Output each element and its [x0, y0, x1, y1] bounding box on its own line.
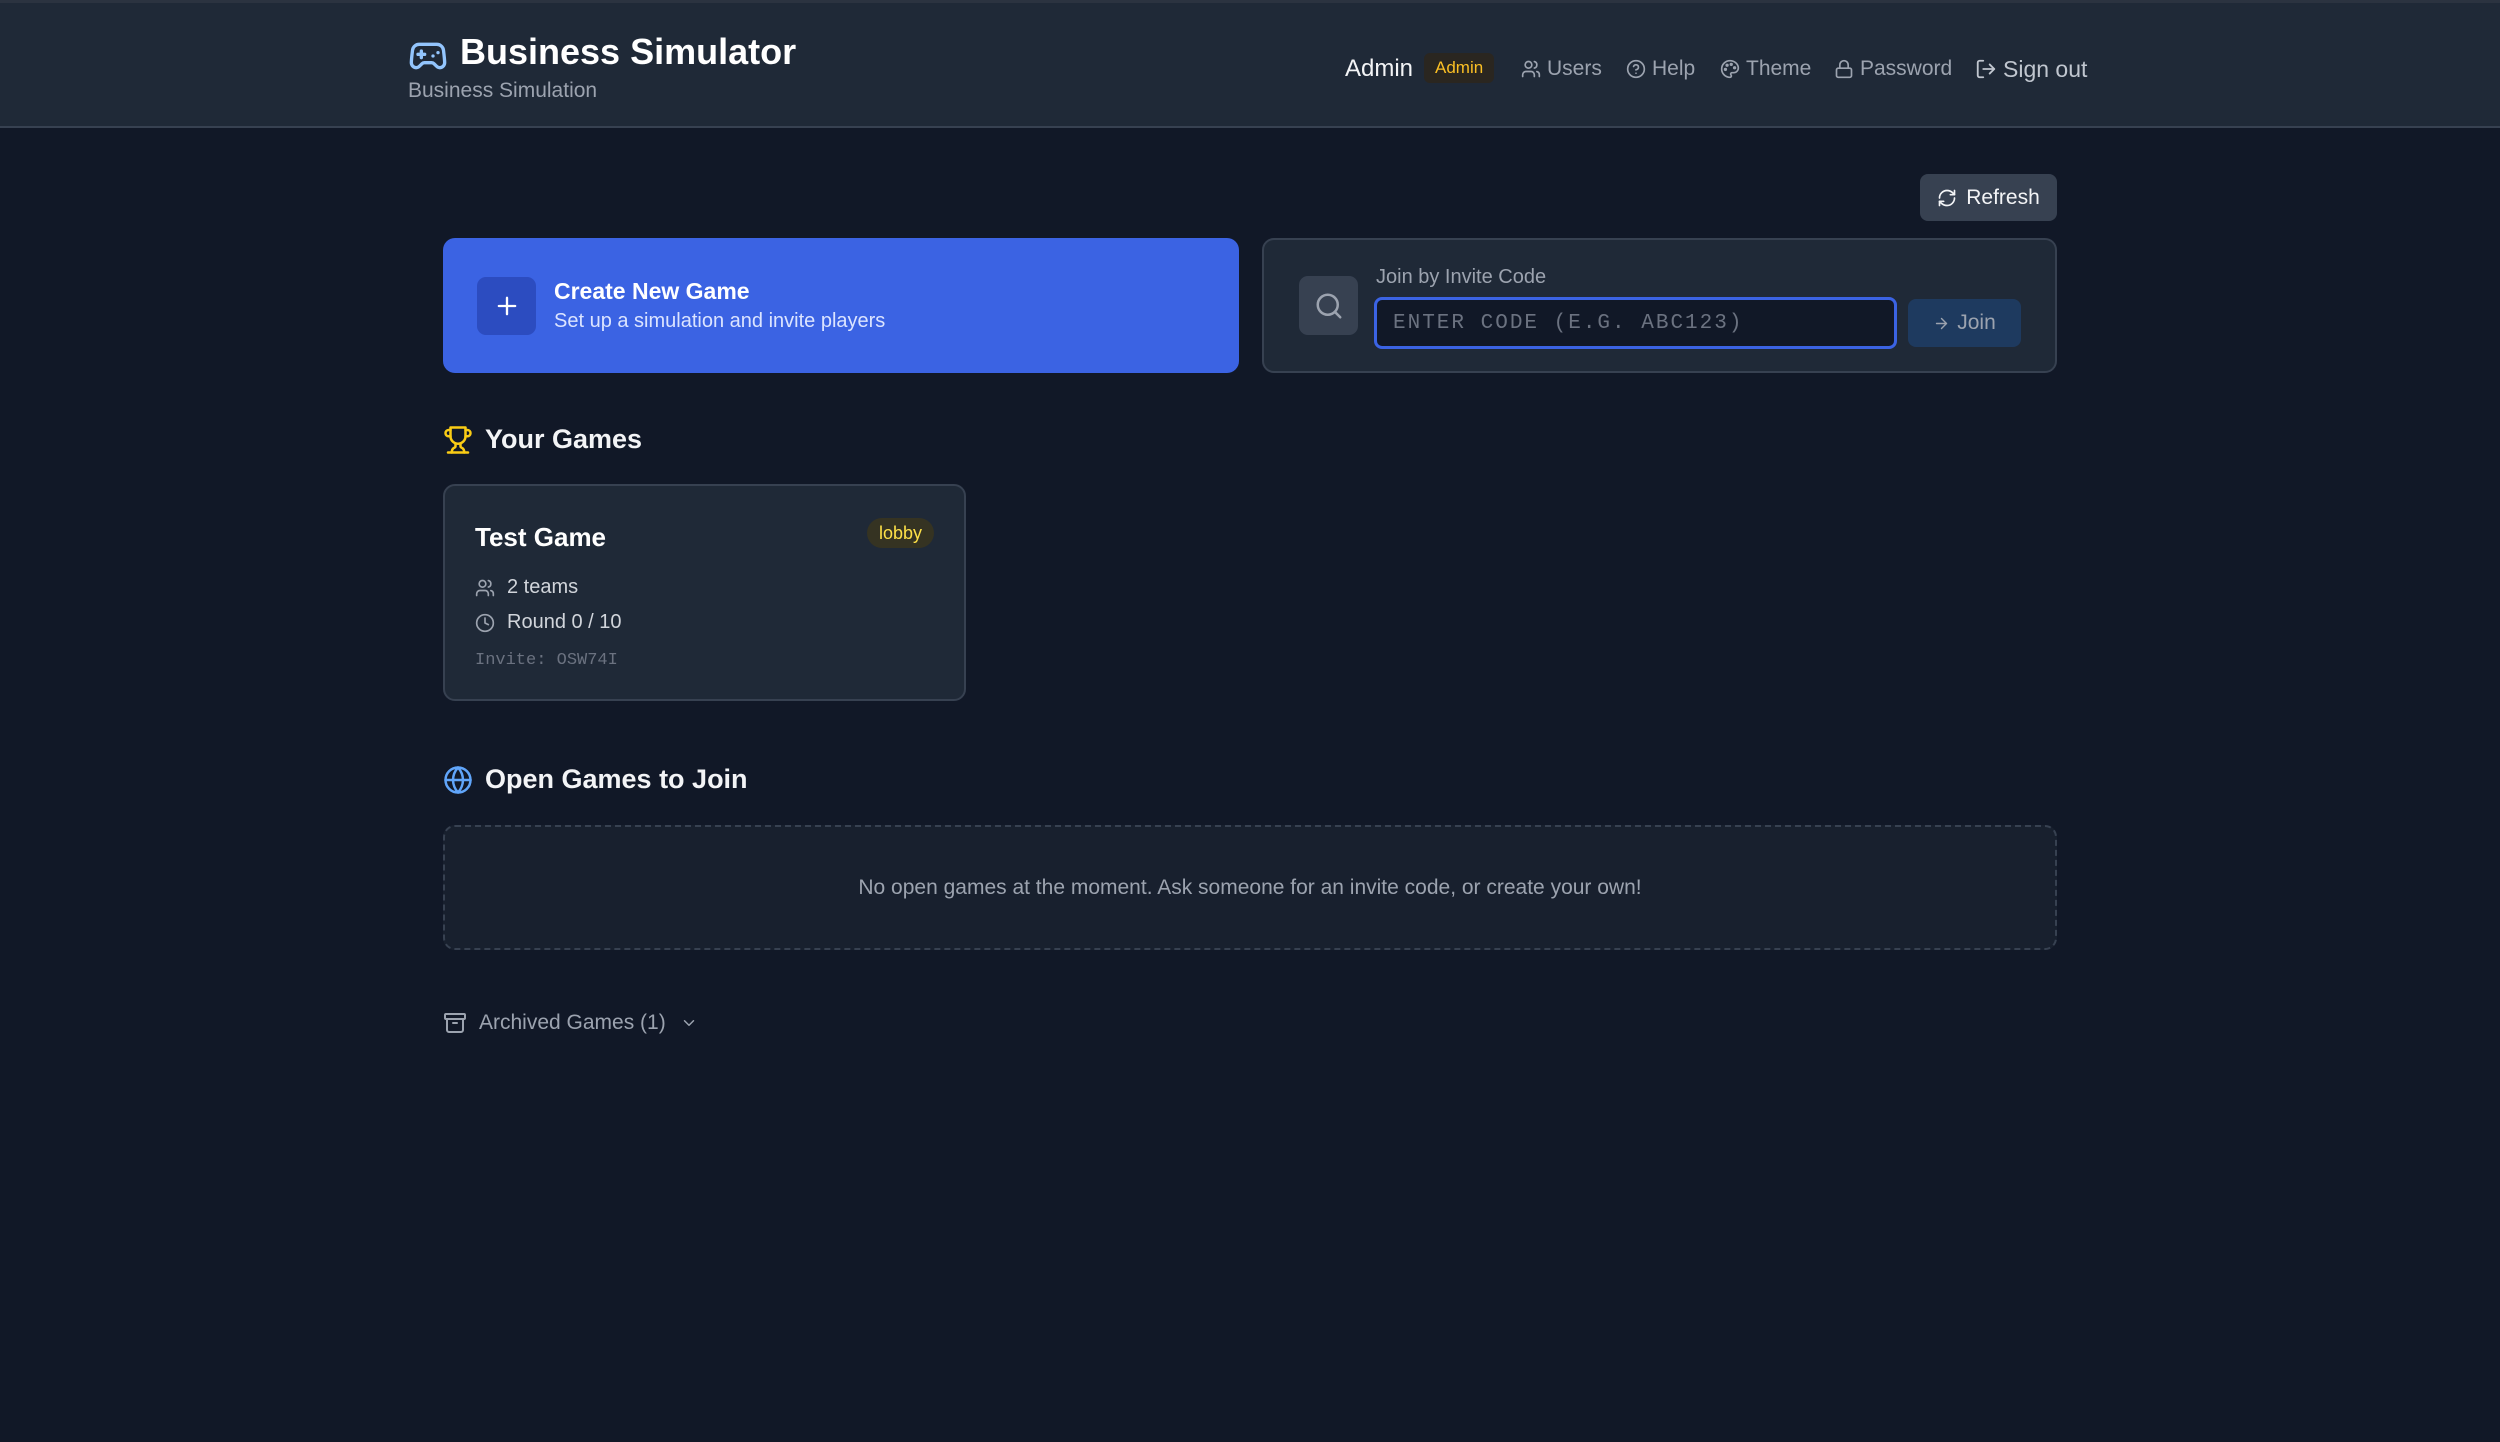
create-game-subtitle: Set up a simulation and invite players [554, 310, 886, 332]
join-code-label: Join by Invite Code [1376, 266, 1547, 288]
game-teams: 2 teams [475, 576, 578, 599]
lock-icon [1835, 59, 1853, 79]
log-out-icon [1976, 59, 1996, 79]
open-games-title: Open Games to Join [485, 764, 748, 794]
open-games-heading: Open Games to Join [443, 764, 748, 795]
nav-theme-label: Theme [1746, 57, 1812, 80]
help-circle-icon [1626, 59, 1646, 79]
game-round-label: Round 0 / 10 [507, 611, 622, 633]
nav-password-link[interactable]: Password [1834, 54, 1952, 84]
nav-users-link[interactable]: Users [1521, 54, 1602, 84]
game-title: Test Game [475, 522, 607, 552]
users-icon [475, 579, 495, 596]
your-games-heading: Your Games [443, 424, 642, 455]
game-invite-code: Invite: OSW74I [475, 651, 618, 670]
app-title: Business Simulator [460, 31, 797, 72]
chevron-down-icon [683, 1020, 694, 1026]
arrow-right-icon [1936, 317, 1948, 329]
status-badge: lobby [866, 518, 934, 548]
clock-icon [475, 613, 495, 632]
open-games-empty-state: No open games at the moment. Ask someone… [443, 825, 2057, 950]
app-header: Business Simulator Business Simulation A… [0, 0, 2500, 128]
refresh-icon [1938, 189, 1956, 206]
join-button-label: Join [1957, 311, 1996, 334]
trophy-icon [444, 425, 472, 454]
game-round: Round 0 / 10 [475, 611, 622, 634]
game-card[interactable]: Test Game lobby 2 teams Round 0 / 10 Inv… [443, 484, 966, 701]
create-game-title: Create New Game [554, 278, 750, 304]
palette-icon [1720, 59, 1740, 79]
nav-password-label: Password [1860, 57, 1953, 80]
create-game-button[interactable]: Create New Game Set up a simulation and … [443, 238, 1239, 373]
nav-theme-link[interactable]: Theme [1720, 54, 1811, 84]
current-user-name: Admin [1345, 55, 1414, 82]
refresh-label: Refresh [1966, 185, 2040, 209]
archived-games-label: Archived Games (1) [479, 1011, 666, 1034]
sign-out-label: Sign out [2003, 55, 2088, 82]
invite-code-input[interactable] [1374, 297, 1897, 349]
refresh-button[interactable]: Refresh [1920, 174, 2057, 221]
app-subtitle: Business Simulation [408, 79, 598, 102]
plus-icon [477, 277, 536, 335]
role-badge: Admin [1424, 53, 1495, 83]
nav-users-label: Users [1547, 57, 1602, 80]
join-button[interactable]: Join [1908, 299, 2021, 347]
game-teams-label: 2 teams [507, 576, 579, 598]
archive-icon [444, 1013, 466, 1033]
users-icon [1521, 60, 1541, 78]
nav-help-link[interactable]: Help [1626, 54, 1695, 84]
search-icon [1299, 276, 1358, 335]
join-by-code-panel: Join by Invite Code Join [1262, 238, 2057, 373]
gamepad-icon [408, 36, 448, 76]
your-games-title: Your Games [485, 424, 643, 454]
nav-help-label: Help [1652, 57, 1696, 80]
sign-out-button[interactable]: Sign out [1975, 54, 2087, 84]
archived-games-toggle[interactable]: Archived Games (1) [443, 1008, 698, 1038]
globe-icon [444, 765, 472, 794]
